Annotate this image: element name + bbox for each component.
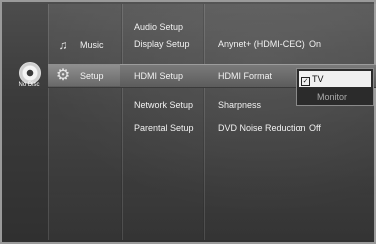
- disc-label: No Disc: [18, 82, 40, 88]
- setting-sharpness-label[interactable]: Sharpness: [218, 100, 261, 110]
- setting-anynet-sep: :: [299, 39, 302, 49]
- dropdown-option-tv-label: TV: [312, 74, 324, 84]
- gear-icon: ⚙: [55, 67, 71, 84]
- submenu-item-display-setup[interactable]: Display Setup: [134, 39, 190, 49]
- no-disc-icon: [19, 62, 41, 84]
- submenu-item-parental-setup[interactable]: Parental Setup: [134, 123, 194, 133]
- submenu-item-hdmi-setup[interactable]: HDMI Setup: [134, 71, 183, 81]
- tv-screen: No Disc ♫ Music ⚙ Setup Audio Setup Disp…: [0, 0, 376, 244]
- dropdown-option-monitor[interactable]: Monitor: [299, 89, 371, 105]
- music-note-icon: ♫: [58, 38, 68, 52]
- checkbox-icon: ✓: [301, 77, 310, 86]
- setting-dvd-noise-value: Off: [309, 123, 321, 133]
- hdmi-format-dropdown[interactable]: ✓ TV Monitor: [296, 68, 374, 106]
- submenu-item-network-setup[interactable]: Network Setup: [134, 100, 193, 110]
- disc-status: No Disc: [16, 62, 42, 98]
- setting-anynet-value: On: [309, 39, 322, 49]
- main-menu-item-setup[interactable]: Setup: [80, 71, 104, 81]
- setting-dvd-noise-label[interactable]: DVD Noise Reduction: [218, 123, 306, 133]
- setting-dvd-noise-sep: :: [299, 123, 302, 133]
- main-menu-item-music[interactable]: Music: [80, 40, 104, 50]
- submenu-item-audio-setup[interactable]: Audio Setup: [134, 22, 183, 32]
- dropdown-option-tv[interactable]: ✓ TV: [299, 71, 371, 87]
- setting-hdmi-format-label[interactable]: HDMI Format: [218, 71, 272, 81]
- setting-anynet-label[interactable]: Anynet+ (HDMI-CEC): [218, 39, 305, 49]
